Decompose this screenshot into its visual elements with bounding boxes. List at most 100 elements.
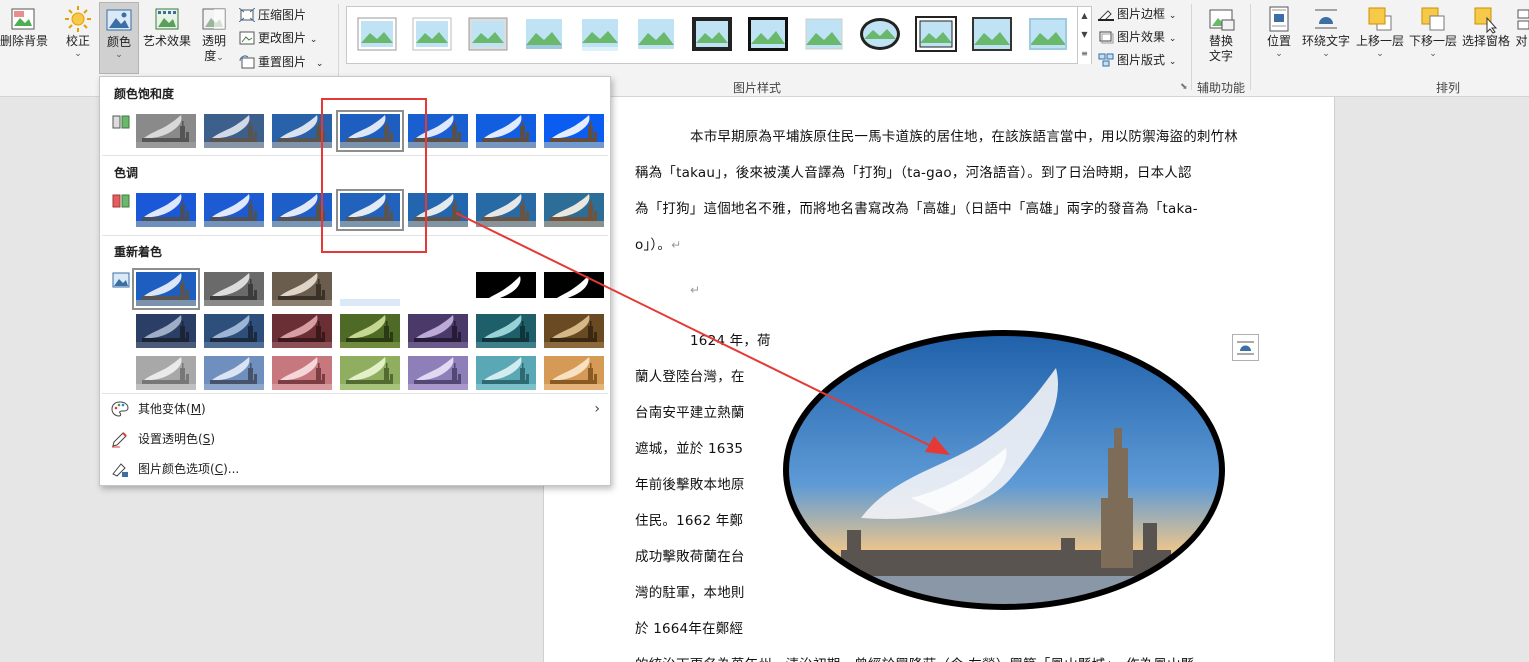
saturation-option[interactable] <box>136 114 196 148</box>
recolor-option[interactable] <box>136 314 196 348</box>
picture-style-6[interactable] <box>634 15 678 53</box>
recolor-option[interactable] <box>340 272 400 306</box>
recolor-option[interactable] <box>476 272 536 306</box>
tone-option[interactable] <box>272 193 332 227</box>
wrap-text-button[interactable]: 环绕文字 ⌄ <box>1300 4 1352 70</box>
compress-pictures-button[interactable]: 压缩图片 <box>239 5 306 25</box>
picture-border-button[interactable]: 图片边框 ⌄ <box>1098 4 1176 24</box>
recolor-option[interactable] <box>544 356 604 390</box>
picture-style-3[interactable] <box>466 15 510 53</box>
recolor-option[interactable] <box>340 356 400 390</box>
chevron-down-icon: ⌄ <box>1376 49 1384 59</box>
color-dropdown-menu: 颜色饱和度 色调 重新着色 其他变体(M) › 设置透明色(S) 图片颜色选项(… <box>99 76 611 486</box>
chevron-down-icon: ⌄ <box>1275 49 1283 59</box>
gallery-scroll-up[interactable]: ▲ <box>1077 7 1091 26</box>
paragraph-2-line: 1624 年，荷 <box>690 333 771 349</box>
transparency-label-text: 度 <box>204 49 217 63</box>
alt-text-button[interactable]: 替换 文字 <box>1198 4 1244 70</box>
recolor-option[interactable] <box>272 272 332 306</box>
change-picture-button[interactable]: 更改图片 ⌄ <box>239 28 317 48</box>
position-button[interactable]: 位置 ⌄ <box>1262 4 1296 70</box>
tone-option[interactable] <box>544 193 604 227</box>
bring-forward-button[interactable]: 上移一层 ⌄ <box>1354 4 1406 70</box>
saturation-option[interactable] <box>544 114 604 148</box>
chevron-down-icon: ⌄ <box>115 50 123 60</box>
recolor-option[interactable] <box>408 272 468 306</box>
chevron-down-icon: ⌄ <box>1322 49 1330 59</box>
remove-background-button[interactable]: 删除背景 <box>0 4 48 64</box>
remove-background-icon <box>11 8 35 30</box>
tone-option[interactable] <box>136 193 196 227</box>
picture-color-options-access-key: C <box>214 462 224 476</box>
chevron-down-icon: ⌄ <box>1168 11 1177 21</box>
saturation-option[interactable] <box>272 114 332 148</box>
tone-option[interactable] <box>336 189 404 231</box>
recolor-option[interactable] <box>544 272 604 306</box>
recolor-option[interactable] <box>408 314 468 348</box>
picture-color-options-menu-item[interactable]: 图片颜色选项(C)... <box>110 457 606 481</box>
picture-style-13[interactable] <box>1026 15 1070 53</box>
recolor-option[interactable] <box>272 314 332 348</box>
align-button[interactable]: 对 <box>1514 4 1529 70</box>
color-tone-heading: 色调 <box>114 166 139 180</box>
picture-styles-gallery[interactable]: ▲ ▼ ≡ <box>346 6 1092 64</box>
picture-style-8[interactable] <box>746 15 790 53</box>
alt-text-icon <box>1209 9 1235 31</box>
reset-picture-button[interactable]: 重置图片 ⌄ <box>239 52 323 72</box>
saturation-option[interactable] <box>408 114 468 148</box>
recolor-option[interactable] <box>204 356 264 390</box>
recolor-option[interactable] <box>544 314 604 348</box>
picture-style-2[interactable] <box>410 15 454 53</box>
recolor-option[interactable] <box>132 268 200 310</box>
dialog-launcher-icon[interactable]: ⬊ <box>1180 82 1188 92</box>
recolor-option[interactable] <box>340 314 400 348</box>
layout-options-icon <box>1237 341 1254 355</box>
paragraph-2-line: 台南安平建立熱蘭 <box>635 405 745 421</box>
change-picture-label: 更改图片 <box>258 31 307 45</box>
artistic-effects-button[interactable]: 艺术效果 <box>141 4 193 70</box>
transparent-color-pen-icon <box>112 431 127 447</box>
recolor-option[interactable] <box>272 356 332 390</box>
gallery-scroll-down[interactable]: ▼ <box>1077 26 1091 45</box>
section-divider <box>102 235 608 236</box>
alt-text-label-2: 文字 <box>1208 49 1233 63</box>
tone-option[interactable] <box>476 193 536 227</box>
recolor-option[interactable] <box>476 314 536 348</box>
layout-options-button[interactable] <box>1232 334 1259 361</box>
picture-style-1[interactable] <box>355 15 399 53</box>
recolor-option[interactable] <box>204 272 264 306</box>
saturation-option[interactable] <box>204 114 264 148</box>
corrections-button[interactable]: 校正 ⌄ <box>57 4 99 70</box>
chevron-down-icon: ⌄ <box>315 59 324 69</box>
picture-style-9[interactable] <box>802 15 846 53</box>
picture-effects-label: 图片效果 <box>1117 30 1166 44</box>
more-variations-menu-item[interactable]: 其他变体(M) › <box>110 397 606 421</box>
gallery-more[interactable]: ≡ <box>1077 45 1091 64</box>
recolor-option[interactable] <box>136 356 196 390</box>
send-backward-button[interactable]: 下移一层 ⌄ <box>1407 4 1459 70</box>
picture-effects-button[interactable]: 图片效果 ⌄ <box>1098 27 1176 47</box>
picture-style-11[interactable] <box>914 15 958 53</box>
picture-style-10[interactable] <box>858 15 902 53</box>
color-button[interactable]: 颜色 ⌄ <box>99 2 139 74</box>
recolor-option[interactable] <box>408 356 468 390</box>
recolor-option[interactable] <box>204 314 264 348</box>
picture-color-options-ellipsis: ... <box>227 462 240 476</box>
paragraph-1-line-1: 本市早期原為平埔族原住民一馬卡道族的居住地，在該族語言當中，用以防禦海盜的刺竹林 <box>690 129 1238 145</box>
selected-picture-oval[interactable] <box>781 328 1227 612</box>
picture-style-5[interactable] <box>578 15 622 53</box>
saturation-option[interactable] <box>336 110 404 152</box>
set-transparent-color-menu-item[interactable]: 设置透明色(S) <box>110 427 606 451</box>
saturation-option[interactable] <box>476 114 536 148</box>
tone-option[interactable] <box>204 193 264 227</box>
recolor-option[interactable] <box>476 356 536 390</box>
picture-style-12[interactable] <box>970 15 1014 53</box>
picture-style-7[interactable] <box>690 15 734 53</box>
set-transparent-color-close-paren: ) <box>210 432 215 446</box>
tone-option[interactable] <box>408 193 468 227</box>
selection-pane-button[interactable]: 选择窗格 <box>1460 4 1512 70</box>
transparency-button[interactable]: 透明 度⌄ <box>196 4 232 70</box>
picture-style-4[interactable] <box>522 15 566 53</box>
picture-layout-button[interactable]: 图片版式 ⌄ <box>1098 50 1176 70</box>
paragraph-1-line-4-text: o」）。 <box>635 237 672 253</box>
